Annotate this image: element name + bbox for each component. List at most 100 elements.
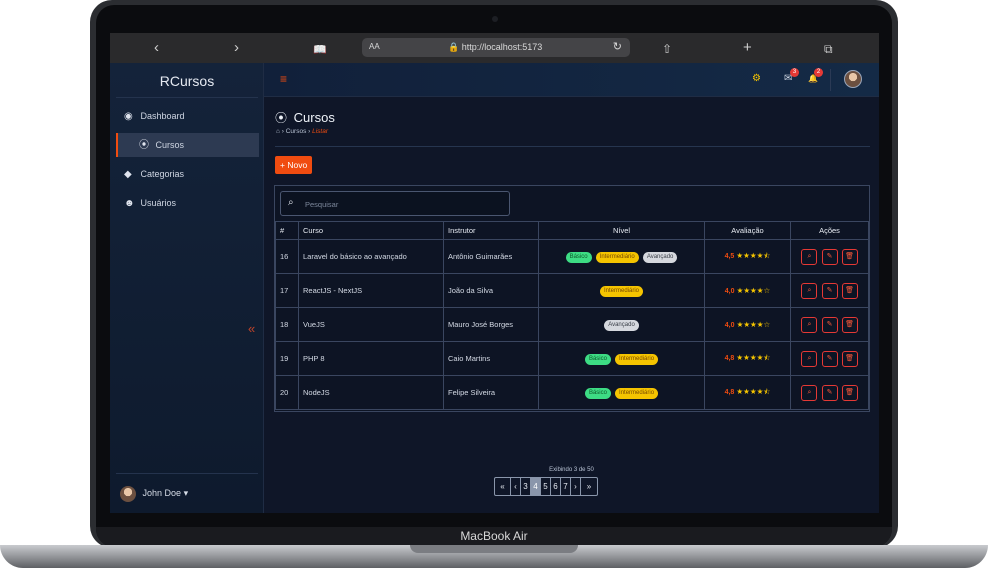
- page-button-4[interactable]: 4: [531, 478, 541, 495]
- search-box: ⌕: [280, 191, 510, 216]
- edit-button[interactable]: ✎: [821, 248, 838, 265]
- page-button-7[interactable]: 7: [561, 478, 571, 495]
- table-row: 18 VueJS Mauro José Borges Avançado 4,0 …: [275, 307, 869, 342]
- sidebar-item-cursos[interactable]: ⦿ Cursos: [116, 133, 259, 157]
- rating-value: 4,0: [724, 288, 735, 295]
- delete-button[interactable]: 🗑: [841, 282, 858, 299]
- rating-stars: ★★★★⯪: [736, 387, 771, 396]
- caret-down-icon: ▾: [183, 488, 189, 498]
- sidebar-brand[interactable]: RCursos: [110, 73, 264, 89]
- column-header-avaliacao: Avaliação: [704, 221, 791, 240]
- cell-course: Laravel do básico ao avançado: [298, 239, 444, 274]
- level-badge-basico: Básico: [584, 353, 611, 365]
- reload-icon[interactable]: ↻: [613, 40, 622, 53]
- delete-button[interactable]: 🗑: [841, 316, 858, 333]
- cell-course: ReactJS - NextJS: [298, 273, 444, 308]
- cell-id: 16: [275, 239, 299, 274]
- rating-stars: ★★★★☆: [736, 286, 771, 295]
- level-badge-intermediario: Intermediário: [615, 387, 659, 399]
- notifications-button[interactable]: 🔔 2: [808, 68, 823, 84]
- sidebar-item-label: Dashboard: [140, 111, 185, 121]
- breadcrumb-cursos[interactable]: Cursos: [286, 128, 307, 135]
- column-header-instrutor: Instrutor: [443, 221, 539, 240]
- new-course-button[interactable]: + Novo: [275, 156, 313, 174]
- first-page-button[interactable]: «: [495, 478, 511, 495]
- new-tab-icon[interactable]: +: [743, 39, 752, 57]
- rating-value: 4,8: [724, 355, 735, 362]
- breadcrumb-current: Listar: [312, 128, 329, 135]
- cell-instructor: Antônio Guimarães: [443, 239, 539, 274]
- delete-button[interactable]: 🗑: [841, 350, 858, 367]
- cell-levels: Básico Intermediário: [538, 341, 705, 376]
- cell-actions: ⌕ ✎ 🗑: [790, 307, 869, 342]
- view-button[interactable]: ⌕: [801, 350, 818, 367]
- column-header-id: #: [275, 221, 299, 240]
- last-page-button[interactable]: »: [581, 478, 597, 495]
- column-header-nivel: Nível: [538, 221, 705, 240]
- cell-course: VueJS: [298, 307, 444, 342]
- home-icon[interactable]: ⌂: [276, 128, 280, 135]
- text-size-button[interactable]: AA: [369, 42, 380, 51]
- avatar: [120, 485, 136, 502]
- edit-button[interactable]: ✎: [821, 384, 838, 401]
- back-icon[interactable]: ‹: [154, 39, 159, 57]
- page-button-6[interactable]: 6: [551, 478, 561, 495]
- share-icon[interactable]: ⇧: [662, 40, 672, 58]
- rating-stars: ★★★★☆: [736, 320, 771, 329]
- page-button-5[interactable]: 5: [541, 478, 551, 495]
- view-button[interactable]: ⌕: [801, 384, 818, 401]
- reader-icon[interactable]: 📖: [313, 41, 327, 59]
- search-icon: ⌕: [288, 197, 294, 208]
- main-content: ⦿ Cursos ⌂ › Cursos › Listar + Novo ⌕ # …: [264, 97, 879, 513]
- avatar[interactable]: [844, 70, 862, 88]
- users-icon: ☻: [124, 198, 135, 209]
- cell-levels: Avançado: [538, 307, 705, 342]
- pagination-info: Exibindo 3 de 50: [549, 467, 594, 473]
- table-header-row: # Curso Instrutor Nível Avaliação Ações: [275, 221, 869, 240]
- collapse-sidebar-icon[interactable]: «: [248, 321, 255, 336]
- sidebar-item-categorias[interactable]: ◆ Categorias: [116, 162, 259, 186]
- rating-value: 4,8: [724, 389, 735, 396]
- sidebar-item-usuarios[interactable]: ☻ Usuários: [116, 191, 259, 215]
- view-button[interactable]: ⌕: [801, 248, 818, 265]
- edit-button[interactable]: ✎: [821, 282, 838, 299]
- address-url: 🔒 http://localhost:5173: [448, 42, 543, 52]
- cell-levels: Intermediário: [538, 273, 705, 308]
- cell-course: NodeJS: [298, 375, 444, 410]
- delete-button[interactable]: 🗑: [841, 384, 858, 401]
- breadcrumb-separator: ›: [308, 128, 311, 135]
- breadcrumb-separator: ›: [281, 128, 284, 135]
- level-badge-avancado: Avançado: [604, 319, 639, 331]
- prev-page-button[interactable]: ‹: [511, 478, 521, 495]
- gear-icon[interactable]: ⚙: [752, 73, 761, 84]
- view-button[interactable]: ⌕: [801, 316, 818, 333]
- tabs-overview-icon[interactable]: ⧉: [824, 40, 833, 58]
- view-button[interactable]: ⌕: [801, 282, 818, 299]
- level-badge-avancado: Avançado: [642, 251, 678, 263]
- level-badge-intermediario: Intermediário: [615, 353, 659, 365]
- next-page-button[interactable]: ›: [571, 478, 581, 495]
- edit-button[interactable]: ✎: [821, 350, 838, 367]
- mail-button[interactable]: ✉ 3: [784, 68, 799, 84]
- delete-button[interactable]: 🗑: [841, 248, 858, 265]
- edit-button[interactable]: ✎: [821, 316, 838, 333]
- menu-icon[interactable]: ≡: [280, 72, 287, 86]
- forward-icon[interactable]: ›: [234, 39, 239, 57]
- user-name: John Doe: [142, 488, 182, 498]
- rating-stars: ★★★★⯪: [736, 251, 771, 260]
- tags-icon: ◆: [124, 169, 132, 180]
- search-input[interactable]: [305, 196, 505, 212]
- cell-id: 18: [275, 307, 299, 342]
- cell-rating: 4,8 ★★★★⯪: [704, 341, 791, 376]
- cell-actions: ⌕ ✎ 🗑: [790, 273, 869, 308]
- cell-instructor: Mauro José Borges: [443, 307, 539, 342]
- sidebar-item-dashboard[interactable]: ◉ Dashboard: [116, 104, 259, 128]
- sidebar: RCursos ◉ Dashboard ⦿ Cursos ◆ Categoria…: [110, 63, 264, 513]
- page-button-3[interactable]: 3: [521, 478, 531, 495]
- table-row: 17 ReactJS - NextJS João da Silva Interm…: [275, 273, 869, 308]
- user-menu[interactable]: John Doe ▾: [120, 485, 188, 502]
- base-notch: [410, 545, 578, 553]
- mail-count-badge: 3: [790, 68, 799, 77]
- level-badge-basico: Básico: [584, 387, 611, 399]
- address-bar[interactable]: AA 🔒 http://localhost:5173 ↻: [362, 38, 630, 57]
